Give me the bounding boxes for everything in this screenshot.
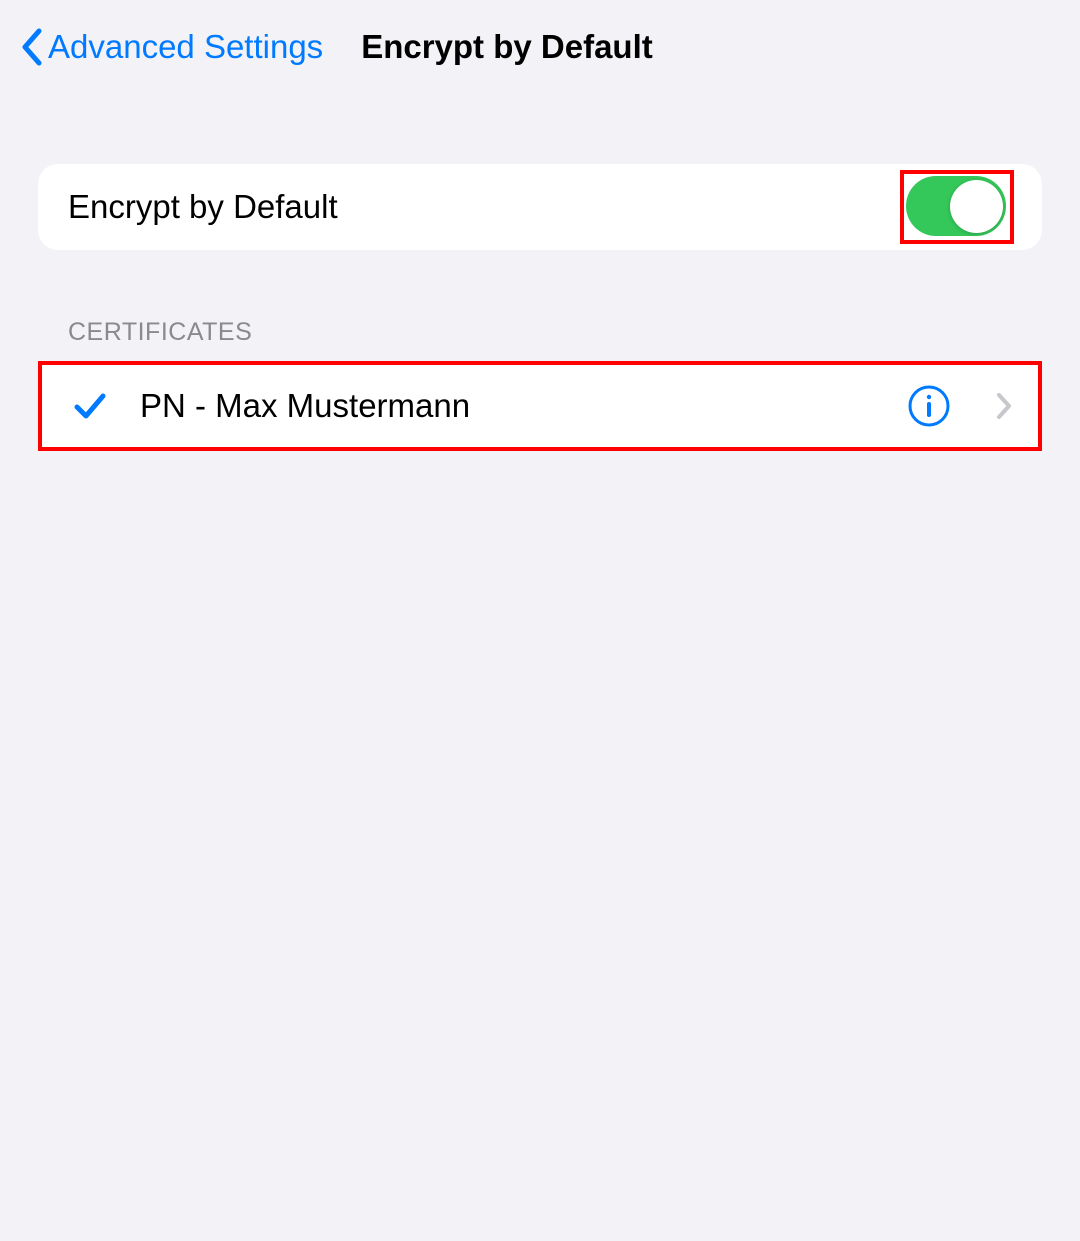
check-icon <box>72 388 108 424</box>
certificate-row-highlight: PN - Max Mustermann <box>38 361 1042 451</box>
certificate-name: PN - Max Mustermann <box>140 387 876 425</box>
toggle-highlight <box>900 170 1014 244</box>
encrypt-default-row: Encrypt by Default <box>38 164 1042 250</box>
back-button[interactable]: Advanced Settings <box>20 28 323 66</box>
content: Encrypt by Default CERTIFICATES PN - Max… <box>0 164 1080 451</box>
page-title: Encrypt by Default <box>361 28 653 66</box>
back-label: Advanced Settings <box>48 28 323 66</box>
encrypt-default-toggle[interactable] <box>906 176 1006 236</box>
chevron-left-icon <box>20 28 42 66</box>
certificates-header: CERTIFICATES <box>68 318 1042 347</box>
encrypt-default-label: Encrypt by Default <box>68 188 338 226</box>
settings-screen: Advanced Settings Encrypt by Default Enc… <box>0 0 1080 1241</box>
chevron-right-icon <box>994 392 1014 420</box>
certificate-row[interactable]: PN - Max Mustermann <box>42 365 1038 447</box>
info-icon[interactable] <box>908 385 950 427</box>
header: Advanced Settings Encrypt by Default <box>0 0 1080 94</box>
